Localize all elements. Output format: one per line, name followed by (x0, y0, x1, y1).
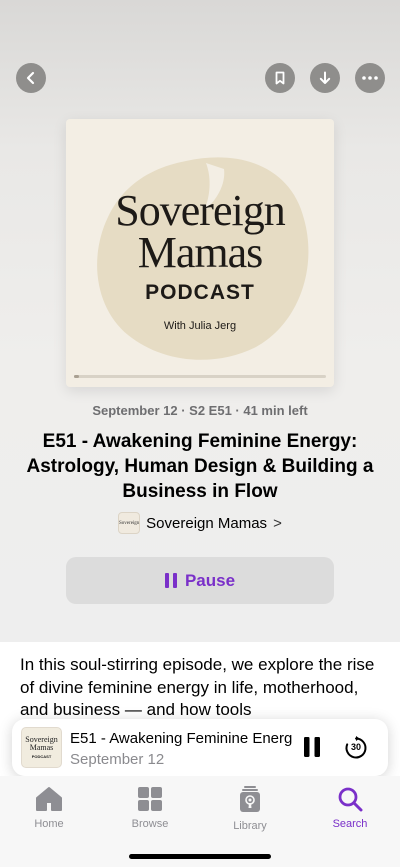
episode-title: E51 - Awakening Feminine Energy: Astrolo… (26, 431, 374, 502)
search-icon (338, 787, 363, 812)
home-icon (36, 787, 62, 811)
home-indicator (129, 854, 271, 859)
library-icon (240, 786, 260, 812)
pause-icon (304, 737, 320, 757)
skip-seconds-label: 30 (350, 742, 361, 752)
mini-artwork-subtitle: PODCAST (31, 754, 52, 759)
pause-label: Pause (184, 570, 236, 590)
tab-library-label: Library (233, 820, 267, 832)
browse-icon (138, 787, 162, 811)
mini-player-date: September 12 (70, 751, 165, 768)
ellipsis-icon (362, 76, 378, 80)
artwork-title-line2: Mamas (137, 228, 264, 277)
artwork-subtitle: PODCAST (145, 281, 255, 304)
artwork-progress-track (74, 375, 326, 378)
mini-player-title: E51 - Awakening Feminine Energy: Astrolo… (70, 730, 292, 747)
pause-icon (164, 573, 177, 588)
back-button[interactable] (16, 63, 46, 93)
show-link[interactable]: Sovereign Sovereign Mamas > (0, 512, 400, 534)
mini-artwork-line2: Mamas (29, 743, 54, 752)
show-name: Sovereign Mamas (146, 514, 268, 532)
skip-forward-button[interactable]: 30 (344, 736, 368, 760)
download-button[interactable] (310, 63, 340, 93)
chevron-right-icon: > (273, 514, 282, 532)
tab-home[interactable]: Home (14, 786, 84, 830)
mini-player-artwork: Sovereign Mamas PODCAST (21, 727, 62, 768)
bookmark-button[interactable] (265, 63, 295, 93)
tab-search[interactable]: Search (315, 786, 385, 830)
download-arrow-icon (319, 71, 331, 84)
tab-library[interactable]: Library (215, 786, 285, 832)
bookmark-icon (275, 71, 285, 85)
tab-browse[interactable]: Browse (115, 786, 185, 830)
pause-button[interactable]: Pause (66, 557, 334, 604)
episode-artwork[interactable]: Sovereign Mamas PODCAST With Julia Jerg (66, 119, 334, 387)
tab-browse-label: Browse (131, 818, 169, 830)
episode-description: In this soul-stirring episode, we explor… (20, 655, 375, 719)
artwork-title-line1: Sovereign (115, 186, 285, 235)
tab-home-label: Home (34, 818, 64, 830)
artwork-progress-fill (74, 375, 80, 378)
more-options-button[interactable] (355, 63, 385, 93)
mini-player[interactable]: Sovereign Mamas PODCAST E51 - Awakening … (12, 719, 388, 776)
show-thumbnail: Sovereign (118, 512, 141, 534)
tab-search-label: Search (332, 818, 368, 830)
episode-meta: September 12 · S2 E51 · 41 min left (92, 403, 308, 418)
artwork-host: With Julia Jerg (163, 320, 237, 332)
chevron-left-icon (26, 71, 35, 85)
mini-pause-button[interactable] (302, 735, 322, 759)
show-thumbnail-text: Sovereign (119, 520, 140, 526)
